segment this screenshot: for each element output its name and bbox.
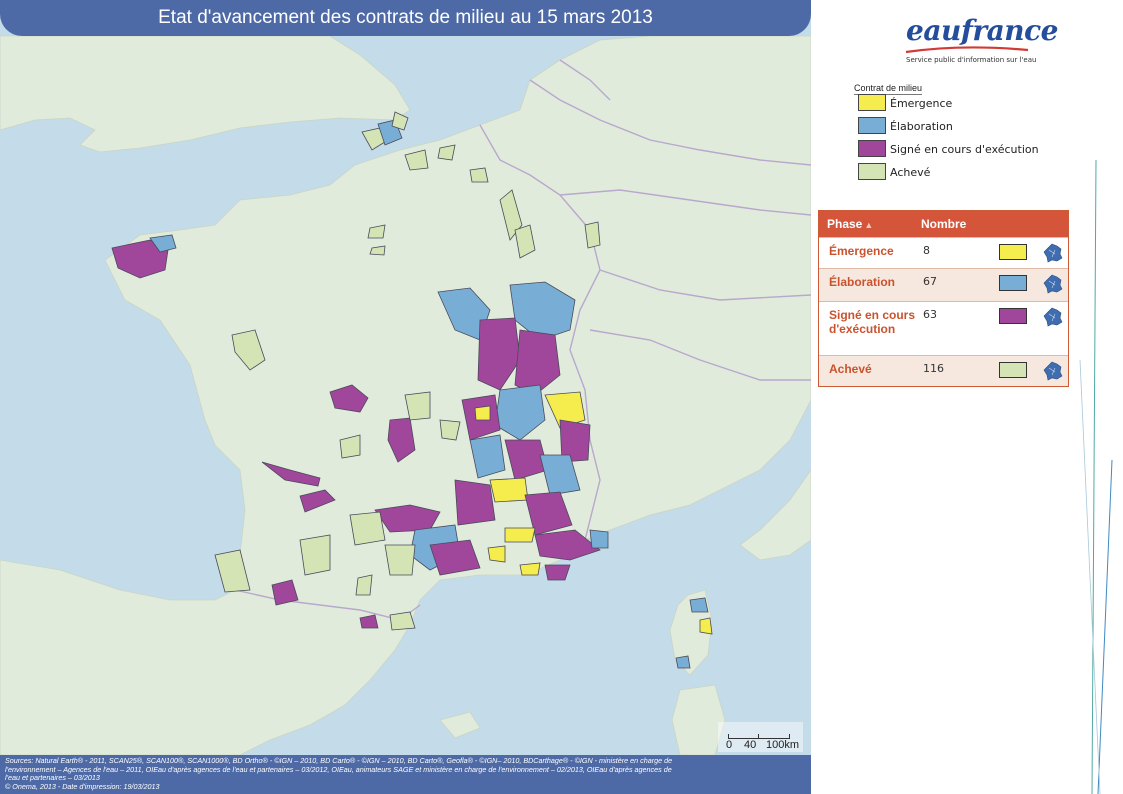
row-swatch-signe <box>999 308 1027 324</box>
count-elaboration: 67 <box>923 275 937 288</box>
column-header-phase[interactable]: Phase ▲ <box>827 217 873 231</box>
count-acheve: 116 <box>923 362 944 375</box>
table-row-acheve[interactable]: Achevé 116 <box>819 355 1068 386</box>
legend-swatch-elaboration <box>858 117 886 134</box>
decorative-lines <box>1079 160 1113 794</box>
row-swatch-elaboration <box>999 275 1027 291</box>
france-map-icon[interactable] <box>1043 243 1063 263</box>
scale-label-100km: 100km <box>766 739 800 751</box>
phase-name-emergence[interactable]: Émergence <box>829 244 917 258</box>
table-row-elaboration[interactable]: Élaboration 67 <box>819 268 1068 301</box>
legend-swatch-acheve <box>858 163 886 180</box>
legend-label-signe: Signé en cours d'exécution <box>890 143 1039 156</box>
scale-label-0: 0 <box>726 739 733 751</box>
legend-swatch-signe <box>858 140 886 157</box>
map-title: Etat d'avancement des contrats de milieu… <box>0 0 811 36</box>
legend-label-emergence: Émergence <box>890 97 953 110</box>
legend: Contrat de milieu Émergence Élaboration … <box>854 76 1054 180</box>
eaufrance-logo[interactable]: eaufrance Service public d'information s… <box>902 14 1058 70</box>
phase-name-acheve[interactable]: Achevé <box>829 362 917 376</box>
sources-line-4: © Onema, 2013 - Date d'impression: 19/03… <box>5 781 160 791</box>
land-italy <box>739 469 811 561</box>
phase-name-signe[interactable]: Signé en cours d'exécution <box>829 308 917 336</box>
phase-table: Phase ▲ Nombre Émergence 8 Élaboration 67… <box>818 210 1069 387</box>
map-canvas[interactable] <box>0 0 811 794</box>
sort-asc-icon: ▲ <box>864 220 874 230</box>
row-swatch-emergence <box>999 244 1027 260</box>
table-header: Phase ▲ Nombre <box>819 211 1068 237</box>
scale-mid-tick <box>758 734 759 739</box>
france-map-icon[interactable] <box>1043 361 1063 381</box>
sources-line-2: l'environnement – Agences de l'eau – 201… <box>5 764 672 774</box>
legend-swatch-emergence <box>858 94 886 111</box>
legend-label-elaboration: Élaboration <box>890 120 953 133</box>
phase-name-elaboration[interactable]: Élaboration <box>829 275 917 289</box>
legend-label-acheve: Achevé <box>890 166 931 179</box>
table-row-signe[interactable]: Signé en cours d'exécution 63 <box>819 301 1068 355</box>
france-map-icon[interactable] <box>1043 274 1063 294</box>
land-great-britain <box>0 35 411 153</box>
map-panel[interactable]: Etat d'avancement des contrats de milieu… <box>0 0 811 794</box>
column-header-phase-label: Phase <box>827 217 863 231</box>
scale-label-40: 40 <box>744 739 757 751</box>
sources-credits: Sources: Natural Earth® - 2011, SCAN25®,… <box>0 755 811 794</box>
france-map-icon[interactable] <box>1043 307 1063 327</box>
count-signe: 63 <box>923 308 937 321</box>
column-header-nombre[interactable]: Nombre <box>921 217 966 231</box>
scale-bar: 0 40 100km <box>718 722 803 752</box>
brand-name: eaufrance <box>906 14 1058 47</box>
brand-tagline: Service public d'information sur l'eau <box>906 56 1037 64</box>
land-mallorca <box>439 711 481 739</box>
table-row-emergence[interactable]: Émergence 8 <box>819 237 1068 268</box>
brand-swoosh-icon <box>905 46 1029 54</box>
count-emergence: 8 <box>923 244 930 257</box>
row-swatch-acheve <box>999 362 1027 378</box>
